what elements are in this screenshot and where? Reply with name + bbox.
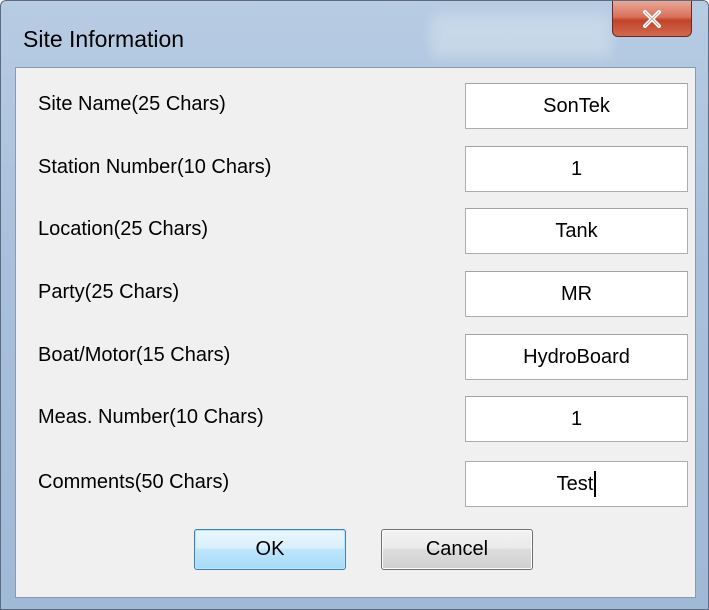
dialog-window: Site Information Site Name(25 Chars) Sta… [0,0,709,610]
meas-number-field[interactable] [465,396,688,442]
comments-value: Test [556,472,594,495]
cancel-button[interactable]: Cancel [381,529,533,570]
background-blur [431,15,611,57]
text-caret [594,471,597,497]
location-label: Location(25 Chars) [38,218,209,240]
close-button[interactable] [612,1,692,37]
party-label: Party(25 Chars) [38,281,180,303]
boat-motor-label: Boat/Motor(15 Chars) [38,344,231,366]
location-field[interactable] [465,208,688,254]
site-name-label: Site Name(25 Chars) [38,93,226,115]
comments-field[interactable]: Test [465,461,688,507]
party-field[interactable] [465,271,688,317]
station-number-label: Station Number(10 Chars) [38,156,272,178]
boat-motor-field[interactable] [465,334,688,380]
title-bar[interactable]: Site Information [1,1,708,67]
ok-button[interactable]: OK [194,529,346,570]
close-icon [643,9,661,28]
comments-label: Comments(50 Chars) [38,471,230,493]
site-name-field[interactable] [465,83,688,129]
window-title: Site Information [23,26,185,52]
station-number-field[interactable] [465,146,688,192]
dialog-body: Site Name(25 Chars) Station Number(10 Ch… [15,67,696,598]
meas-number-label: Meas. Number(10 Chars) [38,406,264,428]
